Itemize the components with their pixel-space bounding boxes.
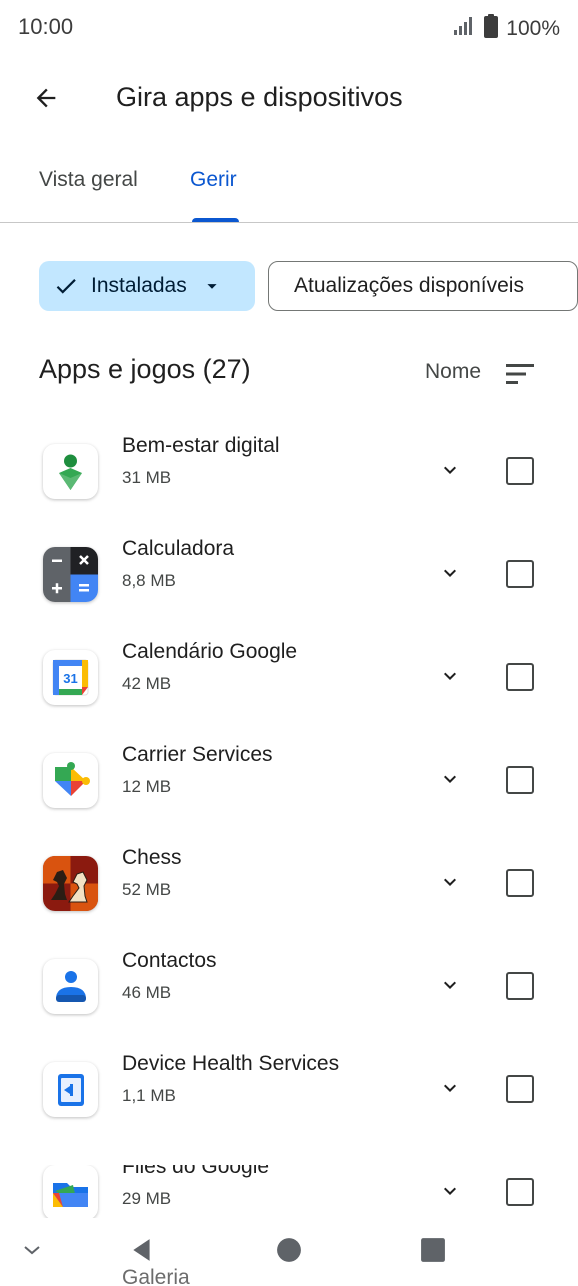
- chevron-down-icon: [24, 1246, 40, 1255]
- app-name: Carrier Services: [122, 743, 273, 766]
- expand-button[interactable]: [432, 864, 468, 900]
- list-item[interactable]: Carrier Services 12 MB: [0, 743, 578, 856]
- app-size: 42 MB: [122, 674, 172, 693]
- back-triangle-icon: [133, 1239, 150, 1261]
- list-item[interactable]: Bem-estar digital 31 MB: [0, 434, 578, 547]
- select-checkbox[interactable]: [506, 457, 534, 485]
- battery-icon: [484, 14, 499, 44]
- list-item[interactable]: Calculadora 8,8 MB: [0, 537, 578, 650]
- tab-manage[interactable]: Gerir: [190, 168, 237, 192]
- app-name: Device Health Services: [122, 1052, 340, 1075]
- select-checkbox[interactable]: [506, 560, 534, 588]
- expand-button[interactable]: [432, 761, 468, 797]
- chevron-down-icon: [444, 466, 456, 474]
- app-name: Galeria: [122, 1266, 190, 1286]
- installed-chip-label: Instaladas: [91, 274, 187, 297]
- home-circle-icon: [277, 1238, 301, 1262]
- installed-filter-chip[interactable]: Instaladas: [39, 261, 255, 311]
- back-button[interactable]: [22, 74, 70, 122]
- chevron-down-icon: [444, 775, 456, 783]
- carrier-services-icon: [43, 753, 98, 808]
- app-name: Contactos: [122, 949, 217, 972]
- signal-icon: [452, 15, 476, 43]
- contacts-icon: [43, 959, 98, 1014]
- google-calendar-icon: 31: [43, 650, 98, 705]
- app-name: Bem-estar digital: [122, 434, 280, 457]
- updates-chip-label: Atualizações disponíveis: [294, 274, 524, 297]
- check-icon: [56, 279, 76, 294]
- select-checkbox[interactable]: [506, 1075, 534, 1103]
- app-name: Files do Google: [122, 1165, 270, 1178]
- chevron-down-icon: [444, 1084, 456, 1092]
- digital-wellbeing-icon: [43, 444, 98, 499]
- device-health-icon: [43, 1062, 98, 1117]
- app-size: 52 MB: [122, 880, 172, 899]
- app-size: 8,8 MB: [122, 571, 176, 590]
- dropdown-arrow-icon: [207, 284, 217, 289]
- calculator-icon: [43, 547, 98, 602]
- app-size: 31 MB: [122, 468, 172, 487]
- app-size: 46 MB: [122, 983, 172, 1002]
- expand-button[interactable]: [432, 658, 468, 694]
- chess-icon: [43, 856, 98, 911]
- expand-button[interactable]: [432, 452, 468, 488]
- chevron-down-icon: [444, 569, 456, 577]
- chevron-down-icon: [444, 672, 456, 680]
- sort-label[interactable]: Nome: [425, 360, 481, 384]
- chevron-down-icon: [444, 981, 456, 989]
- chevron-down-icon: [444, 1187, 456, 1195]
- files-icon: [43, 1165, 98, 1218]
- select-checkbox[interactable]: [506, 663, 534, 691]
- arrow-back-icon: [36, 88, 56, 108]
- app-name: Calculadora: [122, 537, 235, 560]
- list-item[interactable]: Galeria: [0, 1262, 578, 1286]
- sort-button[interactable]: [500, 354, 540, 394]
- select-checkbox[interactable]: [506, 766, 534, 794]
- chevron-down-icon: [444, 878, 456, 886]
- app-name: Chess: [122, 846, 182, 869]
- select-checkbox[interactable]: [506, 972, 534, 1000]
- app-size: 29 MB: [122, 1189, 172, 1208]
- tab-overview[interactable]: Vista geral: [39, 168, 138, 192]
- expand-button[interactable]: [432, 1173, 468, 1209]
- tab-bar: Vista geral Gerir: [0, 150, 578, 223]
- page-title: Gira apps e dispositivos: [116, 82, 403, 112]
- battery-percent: 100%: [506, 17, 560, 40]
- select-checkbox[interactable]: [506, 1178, 534, 1206]
- status-bar: 10:00 100%: [0, 0, 578, 56]
- select-checkbox[interactable]: [506, 869, 534, 897]
- expand-button[interactable]: [432, 967, 468, 1003]
- list-item[interactable]: Device Health Services 1,1 MB: [0, 1052, 578, 1165]
- list-item[interactable]: Contactos 46 MB: [0, 949, 578, 1062]
- active-tab-indicator: [192, 218, 239, 222]
- list-item[interactable]: Chess 52 MB: [0, 846, 578, 959]
- list-item[interactable]: 31 Calendário Google 42 MB: [0, 640, 578, 753]
- expand-button[interactable]: [432, 555, 468, 591]
- status-indicators: 100%: [452, 14, 560, 44]
- app-size: 1,1 MB: [122, 1086, 176, 1105]
- app-size: 12 MB: [122, 777, 172, 796]
- status-time: 10:00: [18, 14, 74, 39]
- apps-section-title: Apps e jogos (27): [39, 354, 251, 384]
- app-name: Calendário Google: [122, 640, 298, 663]
- recents-square-icon: [421, 1238, 445, 1262]
- sort-icon: [506, 364, 534, 384]
- app-bar: Gira apps e dispositivos: [0, 64, 578, 130]
- list-item[interactable]: Files do Google 29 MB: [0, 1165, 578, 1218]
- updates-available-chip[interactable]: Atualizações disponíveis: [268, 261, 578, 311]
- svg-text:31: 31: [63, 671, 77, 686]
- expand-button[interactable]: [432, 1070, 468, 1106]
